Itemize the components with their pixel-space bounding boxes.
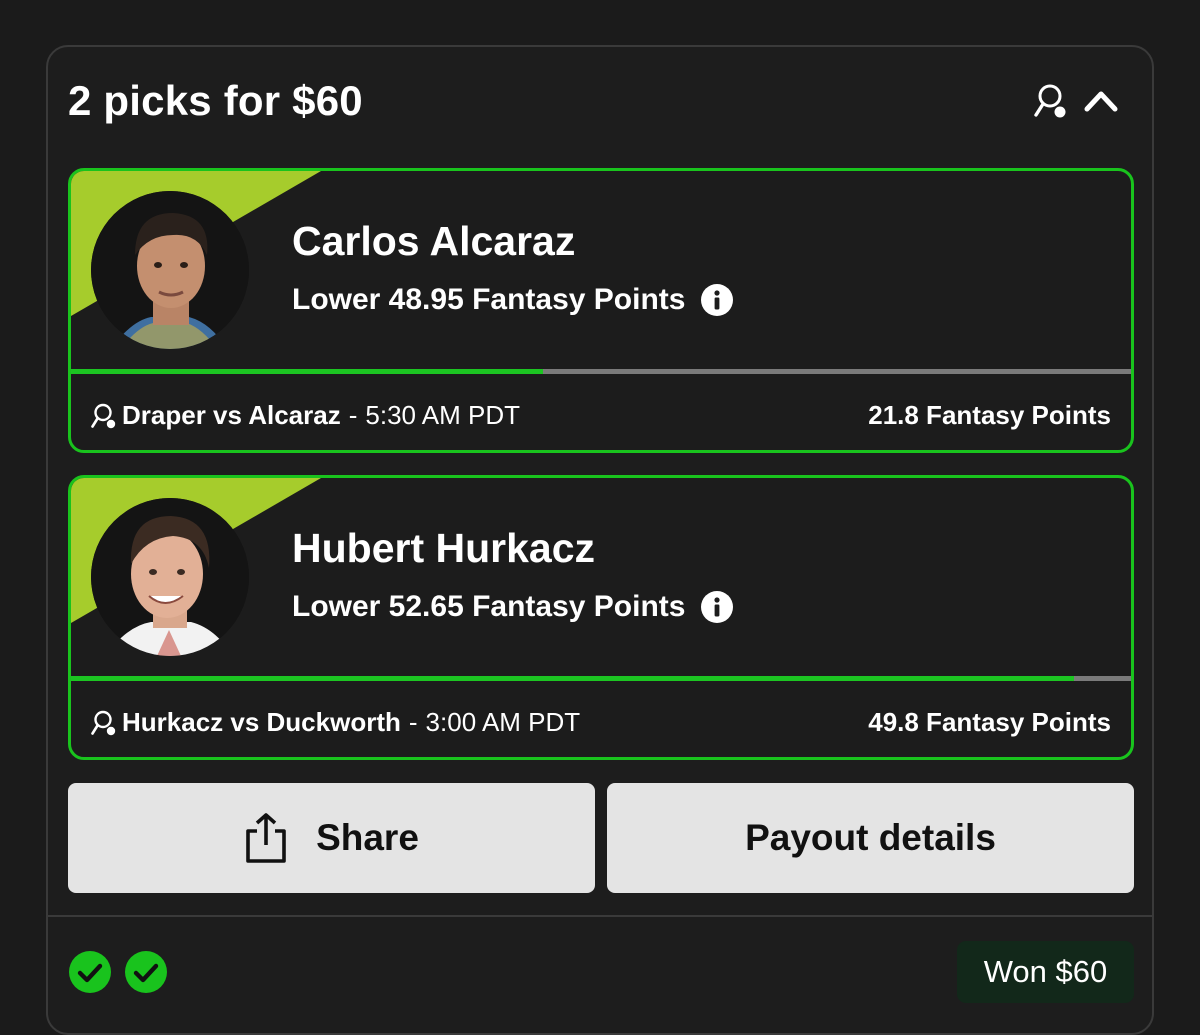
pick-card[interactable]: Hubert Hurkacz Lower 52.65 Fantasy Point… [68, 475, 1134, 760]
entry-title: 2 picks for $60 [68, 77, 363, 124]
player-name: Carlos Alcaraz [292, 218, 576, 264]
player-name: Hubert Hurkacz [292, 525, 596, 571]
projection-text: Lower 48.95 Fantasy Points [292, 283, 686, 316]
projection-line: Lower 48.95 Fantasy Points [292, 283, 734, 317]
tennis-sport-icon [91, 710, 116, 735]
separator: - [348, 400, 358, 430]
payout-details-button[interactable]: Payout details [607, 783, 1134, 893]
chevron-up-icon[interactable] [1082, 85, 1120, 115]
matchup: Hurkacz vs Duckworth [122, 707, 401, 737]
check-circle-icon [125, 951, 167, 993]
match-time: 5:30 AM PDT [365, 400, 521, 430]
result-points: 21.8 Fantasy Points [868, 400, 1111, 430]
projection-text: Lower 52.65 Fantasy Points [292, 590, 686, 623]
player-avatar [91, 498, 249, 656]
player-avatar [91, 191, 249, 349]
card-footer: Draper vs Alcaraz - 5:30 AM PDT 21.8 Fan… [71, 374, 1131, 450]
pick-card[interactable]: Carlos Alcaraz Lower 48.95 Fantasy Point… [68, 168, 1134, 453]
tennis-sport-icon [1034, 84, 1066, 118]
share-icon [246, 813, 286, 863]
divider [48, 915, 1152, 917]
payout-label: Payout details [745, 817, 996, 858]
projection-line: Lower 52.65 Fantasy Points [292, 590, 734, 624]
card-footer: Hurkacz vs Duckworth - 3:00 AM PDT 49.8 … [71, 681, 1131, 757]
pick-entry-card: 2 picks for $60 Carlos Alcaraz Lower 48.… [46, 45, 1154, 1035]
result-badge: Won $60 [957, 941, 1134, 1003]
check-circle-icon [69, 951, 111, 993]
info-icon[interactable] [701, 284, 734, 316]
tennis-sport-icon [91, 403, 116, 428]
info-icon[interactable] [701, 591, 734, 623]
match-time: 3:00 AM PDT [425, 707, 581, 737]
match-info: Draper vs Alcaraz - 5:30 AM PDT [91, 400, 520, 431]
match-info: Hurkacz vs Duckworth - 3:00 AM PDT [91, 707, 580, 738]
separator: - [408, 707, 418, 737]
share-label: Share [316, 817, 419, 858]
share-button[interactable]: Share [68, 783, 595, 893]
entry-header[interactable]: 2 picks for $60 [48, 47, 1152, 157]
result-points: 49.8 Fantasy Points [868, 707, 1111, 737]
matchup: Draper vs Alcaraz [122, 400, 341, 430]
